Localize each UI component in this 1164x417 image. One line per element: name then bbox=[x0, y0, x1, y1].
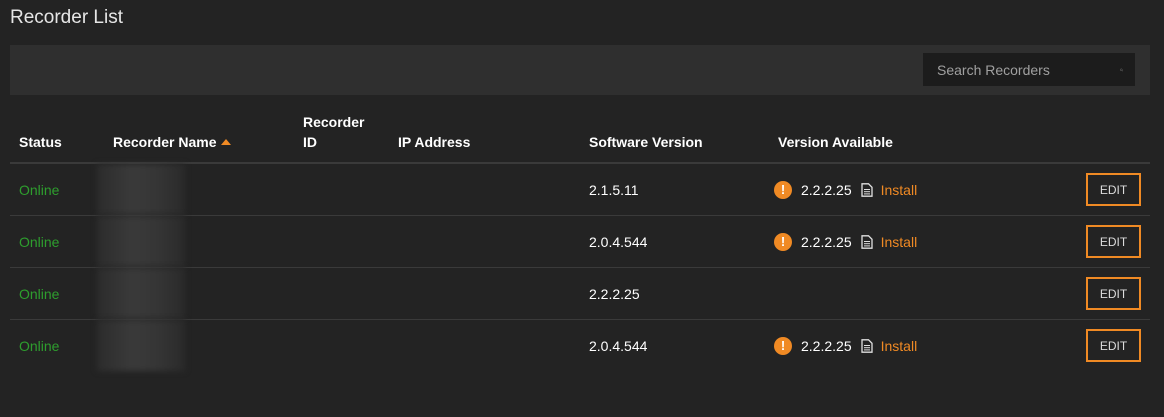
edit-cell: EDIT bbox=[1068, 215, 1150, 268]
search-icon[interactable] bbox=[1120, 63, 1123, 77]
search-input[interactable] bbox=[935, 60, 1120, 79]
edit-button[interactable]: EDIT bbox=[1086, 329, 1141, 362]
update-alert-icon: ! bbox=[774, 232, 792, 251]
toolbar bbox=[10, 45, 1150, 95]
column-header-recorder-id[interactable]: Recorder ID bbox=[294, 112, 389, 164]
software-version-cell: 2.0.4.544 bbox=[580, 215, 769, 268]
ip-address-cell bbox=[389, 320, 580, 372]
version-available-cell: ! 2.2.2.25 Install bbox=[769, 163, 1068, 216]
recorder-id-cell bbox=[294, 163, 389, 216]
table-row: Online 2.0.4.544 ! 2.2.2.25 Install EDIT bbox=[10, 215, 1150, 268]
recorder-id-cell bbox=[294, 320, 389, 372]
redacted-recorder-name bbox=[97, 164, 185, 215]
recorder-table: Status Recorder Name Recorder ID IP Addre… bbox=[10, 112, 1150, 371]
recorder-id-cell bbox=[294, 267, 389, 320]
column-header-version-available[interactable]: Version Available bbox=[769, 112, 1068, 164]
recorder-id-cell bbox=[294, 215, 389, 268]
update-alert-icon: ! bbox=[774, 336, 792, 355]
status-cell: Online bbox=[10, 267, 104, 320]
redacted-recorder-name bbox=[97, 216, 185, 267]
available-version: 2.2.2.25 bbox=[801, 233, 852, 250]
column-header-actions bbox=[1068, 112, 1150, 164]
recorder-name-cell bbox=[97, 320, 294, 371]
version-available-cell: ! 2.2.2.25 Install bbox=[769, 215, 1068, 268]
software-version-cell: 2.0.4.544 bbox=[589, 337, 648, 354]
page-title: Recorder List bbox=[10, 7, 123, 28]
recorder-name-cell bbox=[97, 163, 294, 216]
edit-cell: EDIT bbox=[1068, 267, 1150, 320]
software-version-cell: 2.1.5.11 bbox=[580, 163, 769, 216]
release-notes-icon[interactable] bbox=[860, 182, 873, 197]
release-notes-icon[interactable] bbox=[860, 234, 873, 249]
column-header-ip-address[interactable]: IP Address bbox=[389, 112, 580, 164]
status-cell: Online bbox=[19, 337, 60, 354]
edit-button[interactable]: EDIT bbox=[1086, 277, 1141, 310]
ip-address-cell bbox=[389, 267, 580, 320]
column-header-recorder-name[interactable]: Recorder Name bbox=[104, 112, 294, 164]
software-version-cell: 2.2.2.25 bbox=[580, 267, 769, 320]
edit-cell: EDIT bbox=[1068, 320, 1150, 372]
install-link[interactable]: Install bbox=[881, 234, 918, 250]
recorder-name-cell bbox=[97, 267, 294, 320]
version-available-cell bbox=[769, 267, 1068, 320]
edit-button[interactable]: EDIT bbox=[1086, 225, 1141, 258]
search-box[interactable] bbox=[923, 53, 1135, 86]
redacted-recorder-name bbox=[97, 268, 185, 319]
table-row: Online 2.0.4.544 ! 2.2.2.25 Install EDIT bbox=[10, 320, 1150, 372]
available-version: 2.2.2.25 bbox=[801, 337, 852, 354]
status-cell: Online bbox=[10, 215, 104, 268]
edit-cell: EDIT bbox=[1068, 163, 1150, 216]
install-link[interactable]: Install bbox=[881, 338, 918, 354]
status-cell: Online bbox=[10, 163, 104, 216]
update-alert-icon: ! bbox=[774, 180, 792, 199]
table-row: Online 2.2.2.25 EDIT bbox=[10, 267, 1150, 320]
install-link[interactable]: Install bbox=[881, 182, 918, 198]
release-notes-icon[interactable] bbox=[860, 338, 873, 353]
recorder-name-cell bbox=[97, 215, 294, 268]
table-row: Online 2.1.5.11 ! 2.2.2.25 Install EDIT bbox=[10, 163, 1150, 216]
edit-button[interactable]: EDIT bbox=[1086, 173, 1141, 206]
sort-ascending-icon bbox=[220, 139, 231, 146]
version-available-cell: ! 2.2.2.25 Install bbox=[769, 320, 1068, 372]
column-header-status[interactable]: Status bbox=[10, 112, 104, 164]
ip-address-cell bbox=[389, 163, 580, 216]
table-header-row: Status Recorder Name Recorder ID IP Addre… bbox=[10, 112, 1150, 164]
available-version: 2.2.2.25 bbox=[801, 181, 852, 198]
column-header-software-version[interactable]: Software Version bbox=[580, 112, 769, 164]
redacted-recorder-name bbox=[97, 320, 185, 371]
ip-address-cell bbox=[389, 215, 580, 268]
